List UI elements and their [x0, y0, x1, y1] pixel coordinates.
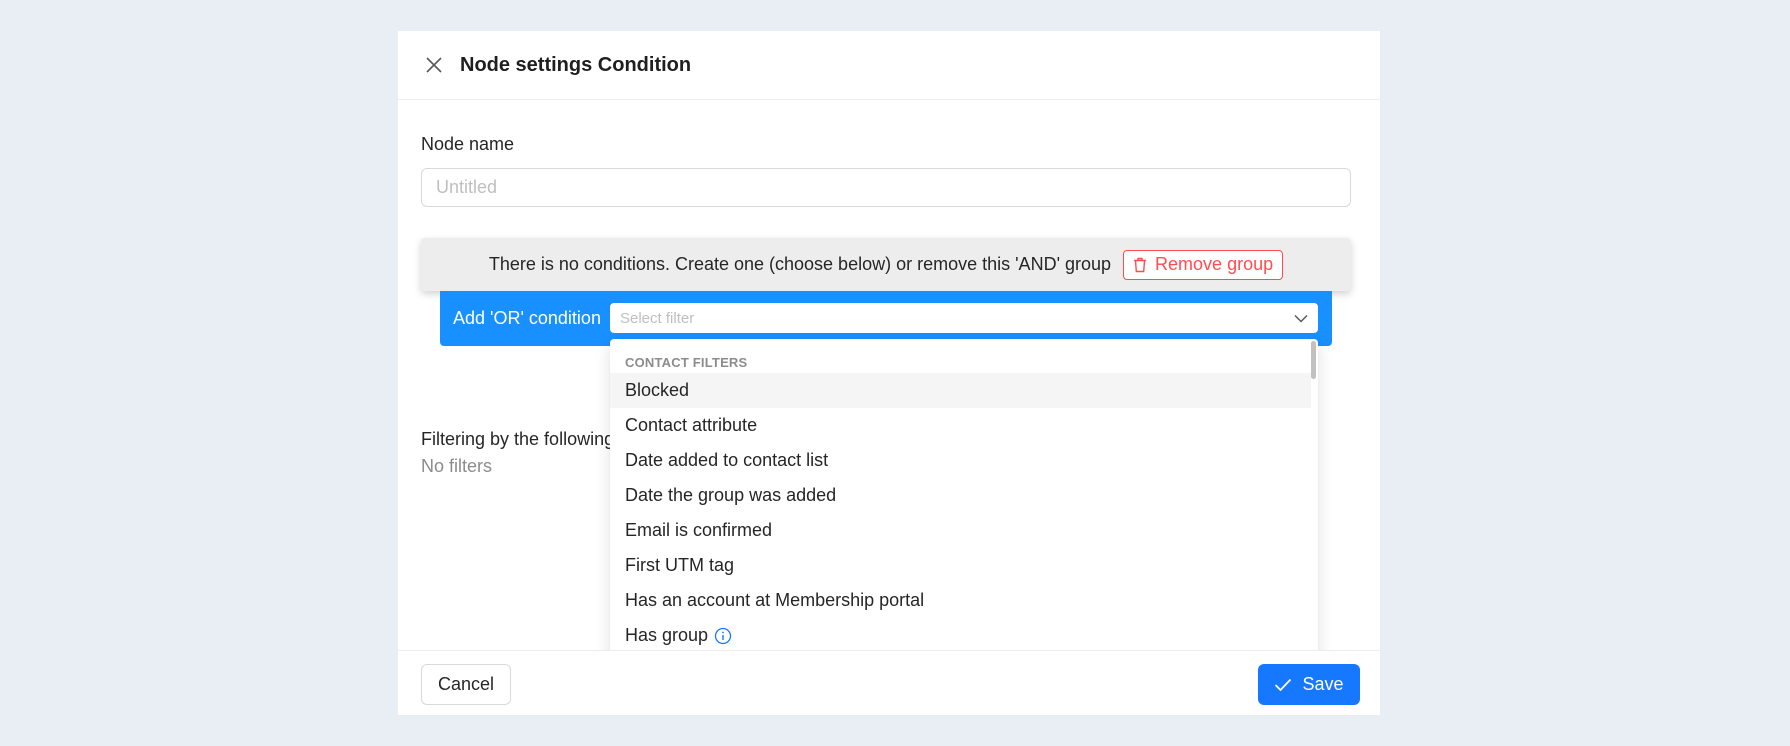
dropdown-item-membership-account[interactable]: Has an account at Membership portal — [610, 583, 1311, 618]
filter-dropdown: CONTACT FILTERS Blocked Contact attribut… — [610, 339, 1318, 681]
modal-title: Node settings Condition — [460, 53, 692, 76]
node-settings-modal: Node settings Condition Node name There … — [398, 31, 1380, 715]
dropdown-item-label: Has group — [625, 625, 709, 645]
trash-icon — [1133, 257, 1147, 273]
or-condition-bar: Add 'OR' condition Select filter — [440, 291, 1332, 346]
save-button[interactable]: Save — [1258, 664, 1360, 705]
dropdown-scrollbar-thumb[interactable] — [1311, 341, 1316, 379]
dropdown-item-label: Date the group was added — [625, 485, 837, 505]
dropdown-group-title: CONTACT FILTERS — [625, 355, 748, 370]
dropdown-item-contact-attribute[interactable]: Contact attribute — [610, 408, 1311, 443]
dropdown-item-has-group[interactable]: Has group — [610, 618, 1311, 653]
dropdown-item-date-group-added[interactable]: Date the group was added — [610, 478, 1311, 513]
dropdown-item-label: Has an account at Membership portal — [625, 590, 925, 610]
modal-footer: Cancel Save — [398, 650, 1380, 715]
node-name-label: Node name — [421, 134, 515, 154]
dropdown-item-label: First UTM tag — [625, 555, 735, 575]
and-group-notice: There is no conditions. Create one (choo… — [421, 238, 1351, 291]
node-name-input[interactable] — [421, 168, 1351, 207]
info-icon[interactable] — [714, 627, 732, 645]
and-group-message: There is no conditions. Create one (choo… — [488, 254, 1112, 274]
remove-group-label: Remove group — [1155, 254, 1274, 274]
filter-select-placeholder: Select filter — [620, 309, 695, 327]
filter-select[interactable]: Select filter — [610, 303, 1318, 333]
or-condition-label: Add 'OR' condition — [453, 308, 601, 328]
filtering-label: Filtering by the following — [421, 429, 615, 449]
dropdown-item-label: Date added to contact list — [625, 450, 829, 470]
dropdown-item-label: Email is confirmed — [625, 520, 773, 540]
dropdown-item-blocked[interactable]: Blocked — [610, 373, 1311, 408]
dropdown-item-label: Contact attribute — [625, 415, 758, 435]
modal-header: Node settings Condition — [398, 31, 1380, 100]
dropdown-item-first-utm-tag[interactable]: First UTM tag — [610, 548, 1311, 583]
dropdown-scrollbar[interactable] — [1311, 339, 1316, 681]
check-icon — [1274, 678, 1292, 692]
close-icon[interactable] — [424, 55, 444, 75]
no-filters-text: No filters — [421, 456, 493, 476]
dropdown-list: Blocked Contact attribute Date added to … — [610, 373, 1311, 653]
dropdown-item-label: Blocked — [625, 380, 690, 400]
dropdown-item-date-added-to-list[interactable]: Date added to contact list — [610, 443, 1311, 478]
remove-group-button[interactable]: Remove group — [1123, 249, 1284, 280]
chevron-down-icon — [1294, 314, 1308, 323]
dropdown-item-email-confirmed[interactable]: Email is confirmed — [610, 513, 1311, 548]
save-label: Save — [1302, 674, 1344, 694]
cancel-button[interactable]: Cancel — [421, 664, 511, 705]
